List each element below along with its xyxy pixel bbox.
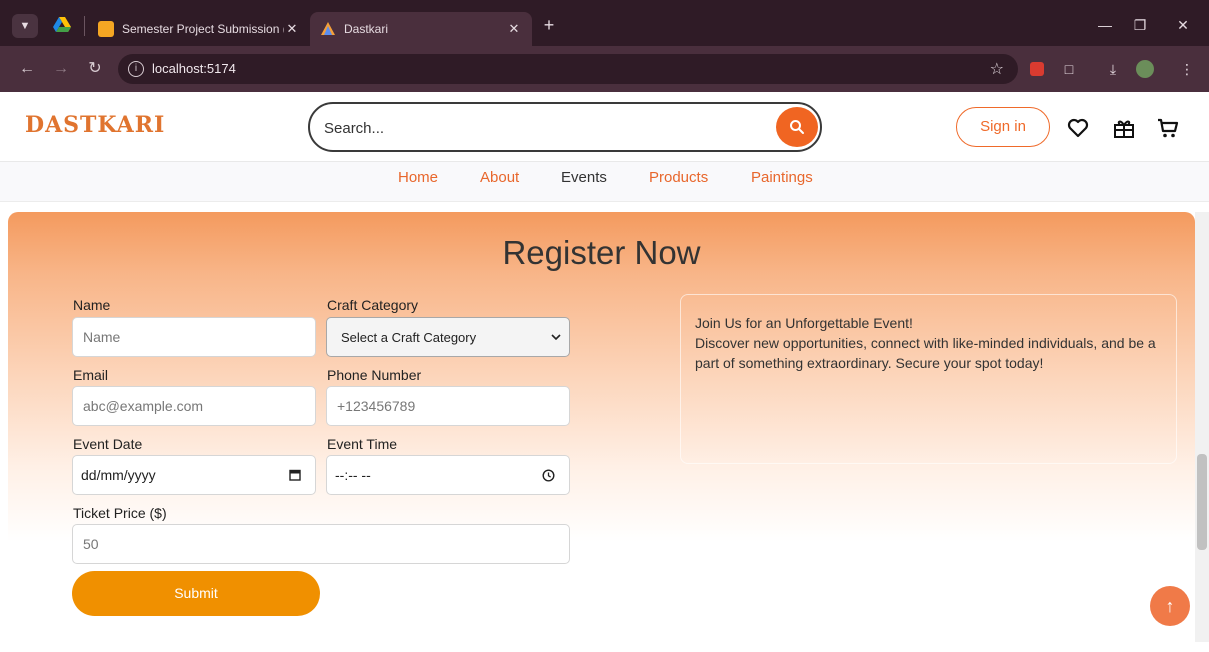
tab-title: Dastkari	[344, 22, 389, 36]
page-scrollbar[interactable]	[1195, 212, 1209, 642]
site-logo[interactable]: DASTKARI	[25, 112, 165, 138]
nav-products[interactable]: Products	[649, 169, 708, 186]
nav-about[interactable]: About	[480, 169, 519, 186]
vite-icon	[321, 22, 335, 35]
main-nav: Home About Events Products Paintings	[0, 162, 1209, 202]
craft-category-select[interactable]: Select a Craft Category	[326, 317, 570, 357]
browser-tab-bar: ▼ Semester Project Submission (L ✕ Dastk…	[0, 0, 1209, 46]
search-icon	[790, 120, 804, 134]
window-close-icon[interactable]: ✕	[1168, 12, 1198, 38]
craft-category-value: Select a Craft Category	[341, 329, 477, 345]
submit-button[interactable]: Submit	[72, 571, 320, 616]
event-date-value: dd/mm/yyyy	[81, 467, 156, 483]
email-input[interactable]	[72, 386, 316, 426]
phone-input[interactable]	[326, 386, 570, 426]
browser-toolbar: ← → ↻ i localhost:5174 ☆ □ ⤓ ⋮	[0, 46, 1209, 92]
nav-events[interactable]: Events	[561, 169, 607, 186]
close-icon[interactable]: ✕	[284, 21, 300, 37]
event-time-value: --:-- --	[335, 467, 371, 483]
event-time-input[interactable]: --:-- --	[326, 455, 570, 495]
email-label: Email	[73, 367, 109, 383]
chevron-down-icon	[551, 334, 561, 340]
event-date-label: Event Date	[73, 436, 143, 452]
arrow-up-icon: ↑	[1165, 596, 1175, 616]
search-button[interactable]	[776, 107, 818, 147]
craft-category-label: Craft Category	[327, 297, 419, 313]
ticket-price-input[interactable]	[72, 524, 570, 564]
scrollbar-thumb[interactable]	[1197, 454, 1207, 550]
search-bar	[308, 102, 822, 152]
site-info-icon[interactable]: i	[128, 61, 144, 77]
extensions-puzzle-icon[interactable]: □	[1058, 58, 1080, 80]
minimize-icon[interactable]: —	[1090, 12, 1120, 38]
restore-icon[interactable]: ❐	[1125, 12, 1155, 38]
browser-menu-icon[interactable]: ⋮	[1176, 58, 1198, 80]
nav-home[interactable]: Home	[398, 169, 438, 186]
ticket-price-label: Ticket Price ($)	[73, 505, 167, 521]
search-input[interactable]	[324, 116, 764, 140]
reload-icon[interactable]: ↻	[84, 58, 106, 80]
gift-icon[interactable]	[1112, 116, 1136, 140]
name-label: Name	[73, 297, 111, 313]
heart-icon[interactable]	[1066, 116, 1090, 140]
profile-avatar-icon[interactable]	[1134, 58, 1156, 80]
new-tab-plus-icon[interactable]: +	[538, 14, 560, 36]
browser-tab-dastkari[interactable]: Dastkari ✕	[310, 12, 532, 46]
close-icon[interactable]: ✕	[506, 21, 522, 37]
info-body: Discover new opportunities, connect with…	[695, 335, 1156, 371]
back-arrow-icon[interactable]: ←	[16, 58, 38, 80]
classroom-icon	[98, 21, 114, 37]
event-date-input[interactable]: dd/mm/yyyy	[72, 455, 316, 495]
name-input[interactable]	[72, 317, 316, 357]
scroll-to-top-button[interactable]: ↑	[1150, 586, 1190, 626]
calendar-icon[interactable]	[289, 469, 301, 481]
extension-red-icon[interactable]	[1026, 58, 1048, 80]
cart-icon[interactable]	[1156, 116, 1180, 140]
tab-title: Semester Project Submission (L	[122, 22, 284, 36]
address-url[interactable]: localhost:5174	[152, 61, 236, 76]
tab-separator	[84, 16, 85, 36]
forward-arrow-icon[interactable]: →	[50, 58, 72, 80]
register-section: Register Now Name Craft Category Select …	[8, 212, 1195, 652]
clock-icon[interactable]	[542, 468, 555, 482]
download-icon[interactable]: ⤓	[1102, 58, 1124, 80]
site-header: DASTKARI Sign in	[0, 92, 1209, 162]
event-time-label: Event Time	[327, 436, 398, 452]
info-heading: Join Us for an Unforgettable Event!	[695, 315, 913, 331]
event-info-card: Join Us for an Unforgettable Event! Disc…	[680, 294, 1177, 464]
browser-tab-semester[interactable]: Semester Project Submission (L ✕	[88, 12, 310, 46]
page-title: Register Now	[502, 234, 701, 271]
sign-in-button[interactable]: Sign in	[956, 107, 1050, 147]
phone-label: Phone Number	[327, 367, 422, 383]
tab-search-button[interactable]: ▼	[12, 14, 38, 38]
nav-paintings[interactable]: Paintings	[751, 169, 813, 186]
google-drive-icon[interactable]	[53, 17, 71, 33]
address-bar[interactable]: i localhost:5174 ☆	[118, 54, 1018, 84]
bookmark-star-icon[interactable]: ☆	[990, 59, 1004, 79]
